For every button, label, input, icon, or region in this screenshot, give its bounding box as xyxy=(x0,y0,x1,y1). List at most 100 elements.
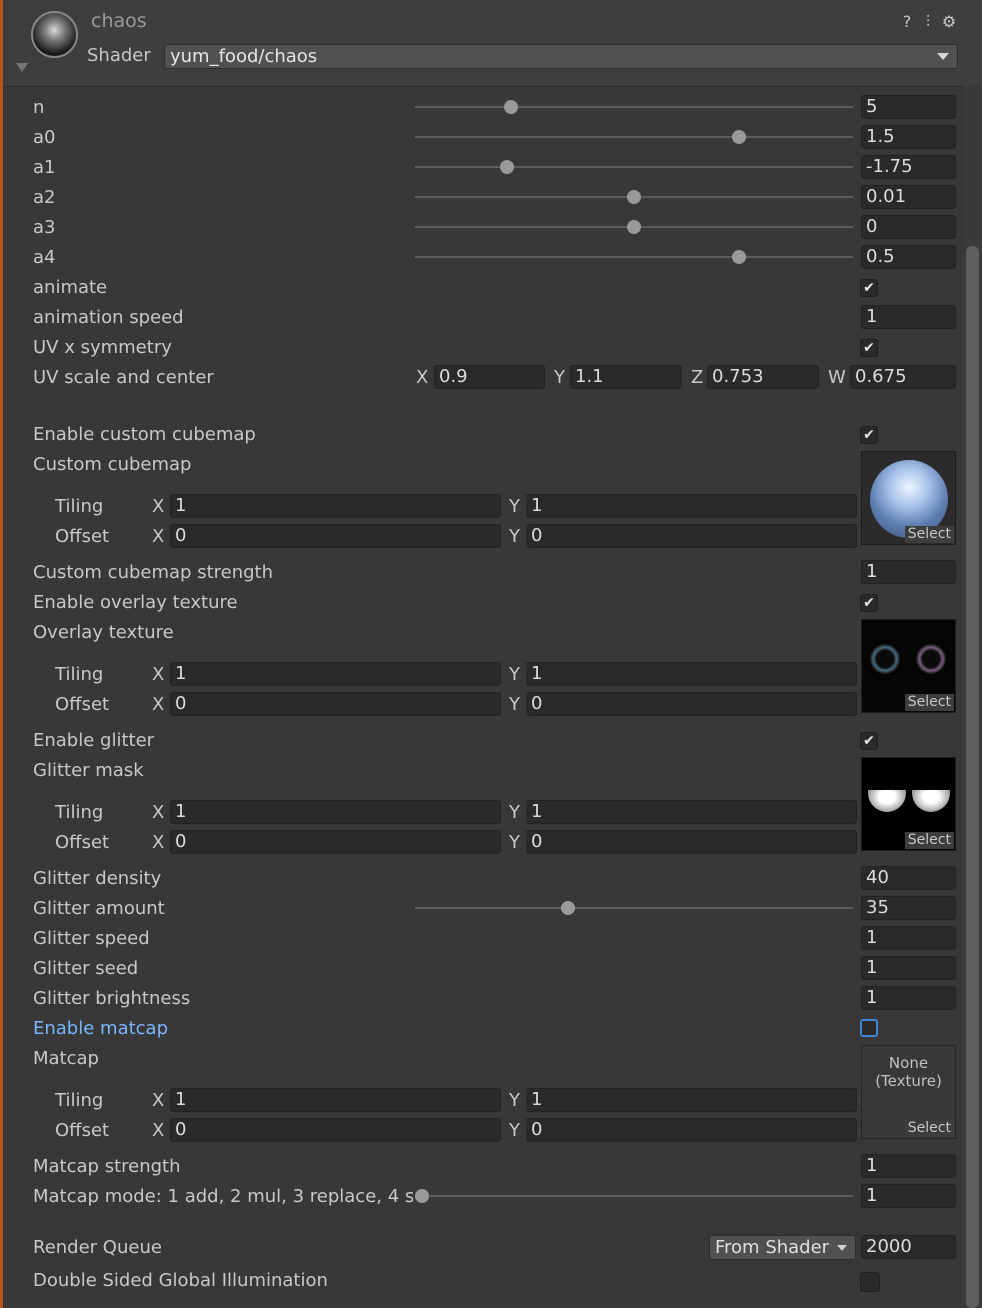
material-icon xyxy=(31,11,78,58)
scrollbar-thumb[interactable] xyxy=(966,246,979,1308)
glitter-mask-label: Glitter mask xyxy=(33,760,144,781)
checkmark-icon: ✔ xyxy=(863,280,875,296)
overlay-texture-select-button[interactable]: Select xyxy=(904,694,954,711)
double-sided-gi-checkbox[interactable] xyxy=(860,1272,880,1292)
custom-cubemap-strength-field[interactable]: 1 xyxy=(861,560,956,584)
matcap-label: Matcap xyxy=(33,1048,99,1069)
glitter-offset-x-field[interactable]: 0 xyxy=(170,830,501,854)
matcap-select-button[interactable]: Select xyxy=(904,1120,954,1137)
glitter-tiling-x-field[interactable]: 1 xyxy=(170,800,501,824)
overlay-tiling-y-axis: Y xyxy=(509,664,520,685)
a1-slider-thumb[interactable] xyxy=(499,160,514,174)
animation-speed-field[interactable]: 1 xyxy=(861,305,956,329)
glitter-amount-field[interactable]: 35 xyxy=(861,896,956,920)
a1-slider-track[interactable] xyxy=(415,166,853,168)
matcap-strength-field[interactable]: 1 xyxy=(861,1154,956,1178)
cubemap-tiling-y-axis: Y xyxy=(509,496,520,517)
a0-label: a0 xyxy=(33,127,56,148)
glitter-offset-y-axis: Y xyxy=(509,832,520,853)
matcap-slot[interactable]: None (Texture) Select xyxy=(861,1045,956,1139)
n-field[interactable]: 5 xyxy=(861,95,956,119)
matcap-mode-label: Matcap mode: 1 add, 2 mul, 3 replace, 4 … xyxy=(33,1186,413,1207)
matcap-tiling-x-axis: X xyxy=(152,1090,165,1111)
matcap-offset-y-field[interactable]: 0 xyxy=(526,1118,857,1142)
glitter-brightness-field[interactable]: 1 xyxy=(861,986,956,1010)
overlay-preview-right-eye xyxy=(916,644,946,674)
animate-checkbox[interactable]: ✔ xyxy=(860,279,878,297)
matcap-mode-field[interactable]: 1 xyxy=(861,1184,956,1208)
a3-field[interactable]: 0 xyxy=(861,215,956,239)
inspector-left-accent xyxy=(0,0,3,1308)
glitter-mask-select-button[interactable]: Select xyxy=(904,832,954,849)
matcap-offset-label: Offset xyxy=(55,1120,110,1141)
n-slider-track[interactable] xyxy=(415,106,853,108)
glitter-seed-label: Glitter seed xyxy=(33,958,139,979)
uv-w-field[interactable]: 0.675 xyxy=(850,365,956,389)
a3-slider-thumb[interactable] xyxy=(627,220,641,234)
overlay-offset-x-axis: X xyxy=(152,694,165,715)
overlay-offset-y-field[interactable]: 0 xyxy=(526,692,857,716)
a4-slider-track[interactable] xyxy=(415,256,853,258)
overlay-texture-slot[interactable]: Select xyxy=(861,619,956,713)
enable-overlay-texture-checkbox[interactable]: ✔ xyxy=(860,594,878,612)
overlay-offset-x-field[interactable]: 0 xyxy=(170,692,501,716)
n-label: n xyxy=(33,97,45,118)
matcap-tiling-y-field[interactable]: 1 xyxy=(526,1088,857,1112)
matcap-tiling-x-field[interactable]: 1 xyxy=(170,1088,501,1112)
enable-matcap-checkbox[interactable] xyxy=(860,1019,878,1037)
glitter-offset-y-field[interactable]: 0 xyxy=(526,830,857,854)
a4-field[interactable]: 0.5 xyxy=(861,245,956,269)
chevron-down-icon xyxy=(837,1245,847,1251)
overlay-tiling-y-field[interactable]: 1 xyxy=(526,662,857,686)
matcap-mode-slider-track[interactable] xyxy=(415,1195,853,1197)
a2-slider-thumb[interactable] xyxy=(627,190,641,204)
cubemap-offset-x-field[interactable]: 0 xyxy=(170,524,501,548)
presets-icon[interactable]: ⫶ xyxy=(919,13,937,31)
uv-x-field[interactable]: 0.9 xyxy=(434,365,545,389)
enable-glitter-label: Enable glitter xyxy=(33,730,155,751)
a1-field[interactable]: -1.75 xyxy=(861,155,956,179)
matcap-tiling-label: Tiling xyxy=(55,1090,104,1111)
glitter-density-field[interactable]: 40 xyxy=(861,866,956,890)
cubemap-offset-y-field[interactable]: 0 xyxy=(526,524,857,548)
uv-z-axis-label: Z xyxy=(691,367,704,388)
a0-slider-track[interactable] xyxy=(415,136,853,138)
custom-cubemap-slot[interactable]: Select xyxy=(861,451,956,545)
a4-slider-thumb[interactable] xyxy=(732,250,747,264)
uv-z-field[interactable]: 0.753 xyxy=(707,365,819,389)
uv-x-symmetry-checkbox[interactable]: ✔ xyxy=(860,339,878,357)
checkmark-icon: ✔ xyxy=(863,595,875,611)
uv-x-symmetry-label: UV x symmetry xyxy=(33,337,172,358)
glitter-seed-field[interactable]: 1 xyxy=(861,956,956,980)
overlay-tiling-x-field[interactable]: 1 xyxy=(170,662,501,686)
collapse-triangle-icon[interactable] xyxy=(16,63,28,72)
enable-overlay-texture-label: Enable overlay texture xyxy=(33,592,238,613)
help-icon[interactable]: ? xyxy=(898,13,916,31)
a0-field[interactable]: 1.5 xyxy=(861,125,956,149)
glitter-tiling-y-field[interactable]: 1 xyxy=(526,800,857,824)
gear-icon[interactable]: ⚙ xyxy=(940,13,958,31)
glitter-mask-slot[interactable]: Select xyxy=(861,757,956,851)
cubemap-tiling-y-field[interactable]: 1 xyxy=(526,494,857,518)
a2-field[interactable]: 0.01 xyxy=(861,185,956,209)
glitter-speed-field[interactable]: 1 xyxy=(861,926,956,950)
custom-cubemap-select-button[interactable]: Select xyxy=(904,526,954,543)
shader-dropdown[interactable]: yum_food/chaos xyxy=(164,44,958,69)
a0-slider-thumb[interactable] xyxy=(732,130,747,144)
overlay-offset-y-axis: Y xyxy=(509,694,520,715)
matcap-offset-x-field[interactable]: 0 xyxy=(170,1118,501,1142)
enable-glitter-checkbox[interactable]: ✔ xyxy=(860,732,878,750)
enable-custom-cubemap-checkbox[interactable]: ✔ xyxy=(860,426,878,444)
render-queue-field[interactable]: 2000 xyxy=(861,1235,956,1259)
n-slider-thumb[interactable] xyxy=(504,100,519,114)
glitter-amount-slider-track[interactable] xyxy=(415,907,853,909)
render-queue-dropdown[interactable]: From Shader xyxy=(709,1235,856,1260)
uv-y-field[interactable]: 1.1 xyxy=(570,365,682,389)
render-queue-label: Render Queue xyxy=(33,1237,162,1258)
glitter-amount-slider-thumb[interactable] xyxy=(561,901,576,915)
cubemap-offset-y-axis: Y xyxy=(509,526,520,547)
cubemap-tiling-x-field[interactable]: 1 xyxy=(170,494,501,518)
shader-label: Shader xyxy=(87,45,151,66)
matcap-mode-slider-thumb[interactable] xyxy=(415,1189,429,1203)
glitter-offset-label: Offset xyxy=(55,832,110,853)
